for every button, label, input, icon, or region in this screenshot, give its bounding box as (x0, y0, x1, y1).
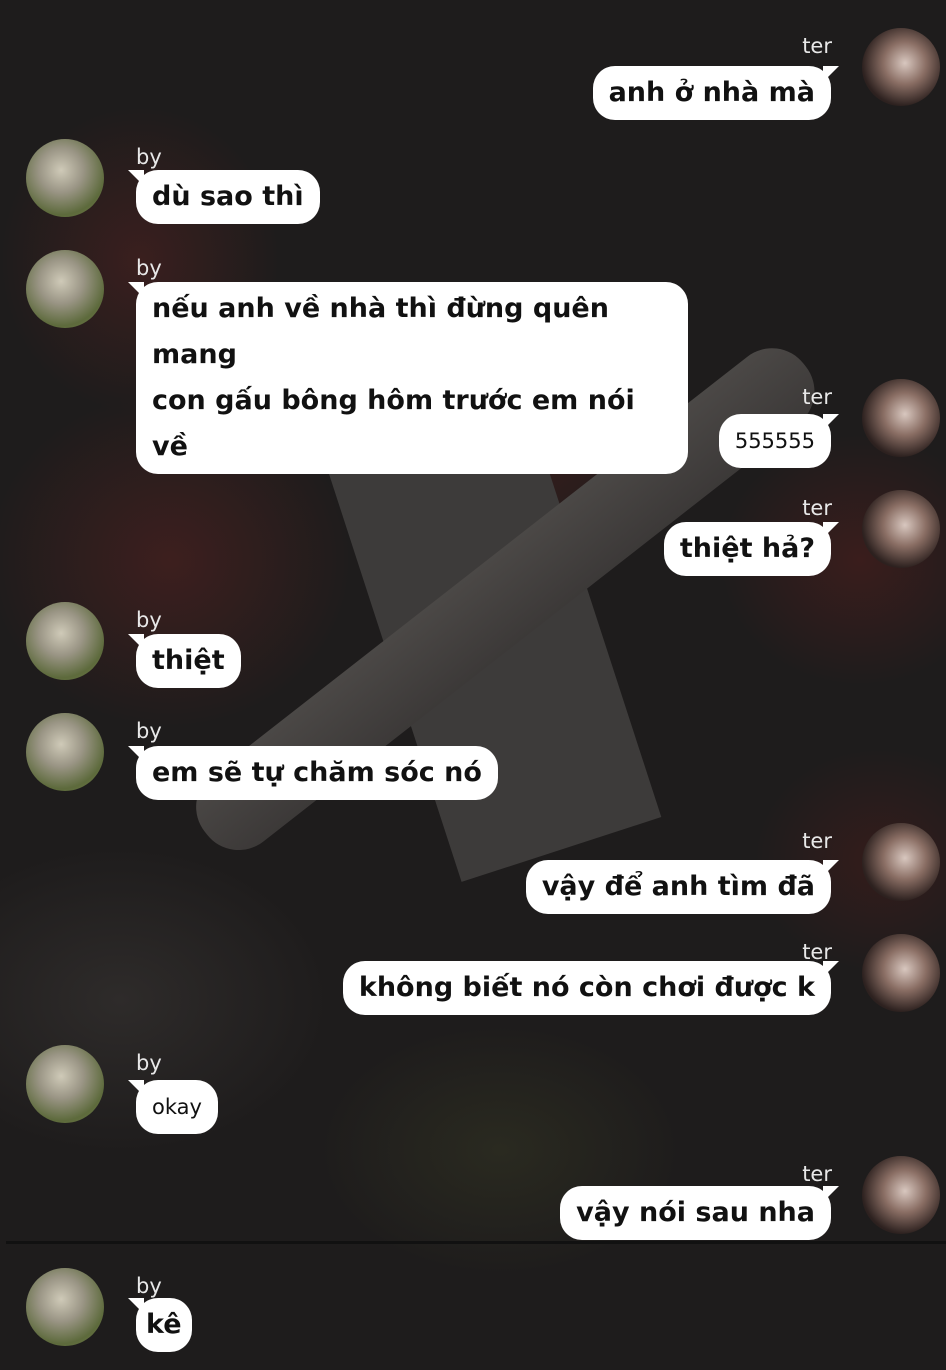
message-bubble[interactable]: kê (136, 1298, 192, 1352)
sender-name: ter (802, 385, 832, 409)
message-bubble[interactable]: không biết nó còn chơi được k (342, 961, 831, 1015)
message-bubble[interactable]: em sẽ tự chăm sóc nó (136, 746, 498, 800)
message-bubble[interactable]: vậy để anh tìm đã (525, 860, 831, 914)
message-bubble[interactable]: 555555 (718, 414, 831, 468)
sender-name: by (136, 256, 162, 280)
avatar-ter[interactable] (862, 490, 940, 568)
avatar-by[interactable] (26, 250, 104, 328)
sender-name: by (136, 608, 162, 632)
message-line: nếu anh về nhà thì đừng quên mang (152, 293, 609, 370)
message-bubble[interactable]: vậy nói sau nha (560, 1186, 831, 1240)
message-bubble[interactable]: nếu anh về nhà thì đừng quên mang con gấ… (136, 282, 688, 474)
message-bubble[interactable]: thiệt hả? (663, 522, 831, 576)
message-line: con gấu bông hôm trước em nói về (152, 385, 635, 462)
avatar-by[interactable] (26, 139, 104, 217)
avatar-by[interactable] (26, 1268, 104, 1346)
sender-name: by (136, 719, 162, 743)
avatar-ter[interactable] (862, 934, 940, 1012)
sender-name: by (136, 1051, 162, 1075)
avatar-by[interactable] (26, 1045, 104, 1123)
avatar-ter[interactable] (862, 379, 940, 457)
message-bubble[interactable]: thiệt (136, 634, 241, 688)
message-bubble[interactable]: anh ở nhà mà (592, 66, 831, 120)
sender-name: ter (802, 496, 832, 520)
message-bubble[interactable]: okay (136, 1080, 218, 1134)
avatar-by[interactable] (26, 602, 104, 680)
sender-name: ter (802, 1162, 832, 1186)
avatar-ter[interactable] (862, 823, 940, 901)
avatar-ter[interactable] (862, 28, 940, 106)
panel-divider (6, 1241, 946, 1244)
sender-name: ter (802, 829, 832, 853)
avatar-ter[interactable] (862, 1156, 940, 1234)
sender-name: by (136, 145, 162, 169)
sender-name: ter (802, 34, 832, 58)
avatar-by[interactable] (26, 713, 104, 791)
sender-name: by (136, 1274, 162, 1298)
message-bubble[interactable]: dù sao thì (136, 170, 320, 224)
